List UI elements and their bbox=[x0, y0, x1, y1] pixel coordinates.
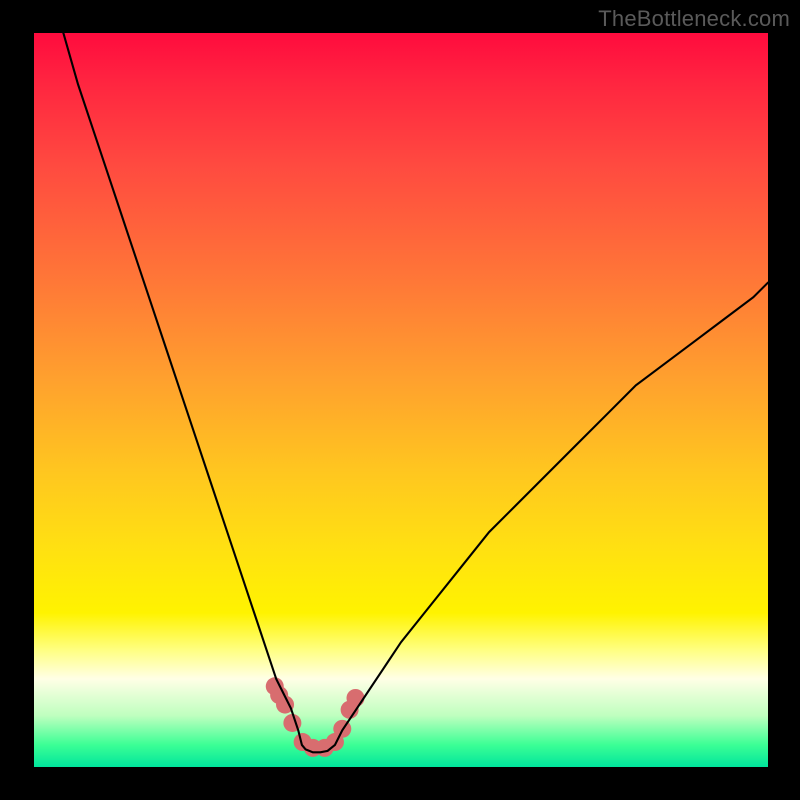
valley-dot bbox=[346, 689, 364, 707]
bottleneck-curve bbox=[63, 33, 768, 752]
chart-svg bbox=[34, 33, 768, 767]
chart-frame: TheBottleneck.com bbox=[0, 0, 800, 800]
plot-area bbox=[34, 33, 768, 767]
watermark-text: TheBottleneck.com bbox=[598, 6, 790, 32]
